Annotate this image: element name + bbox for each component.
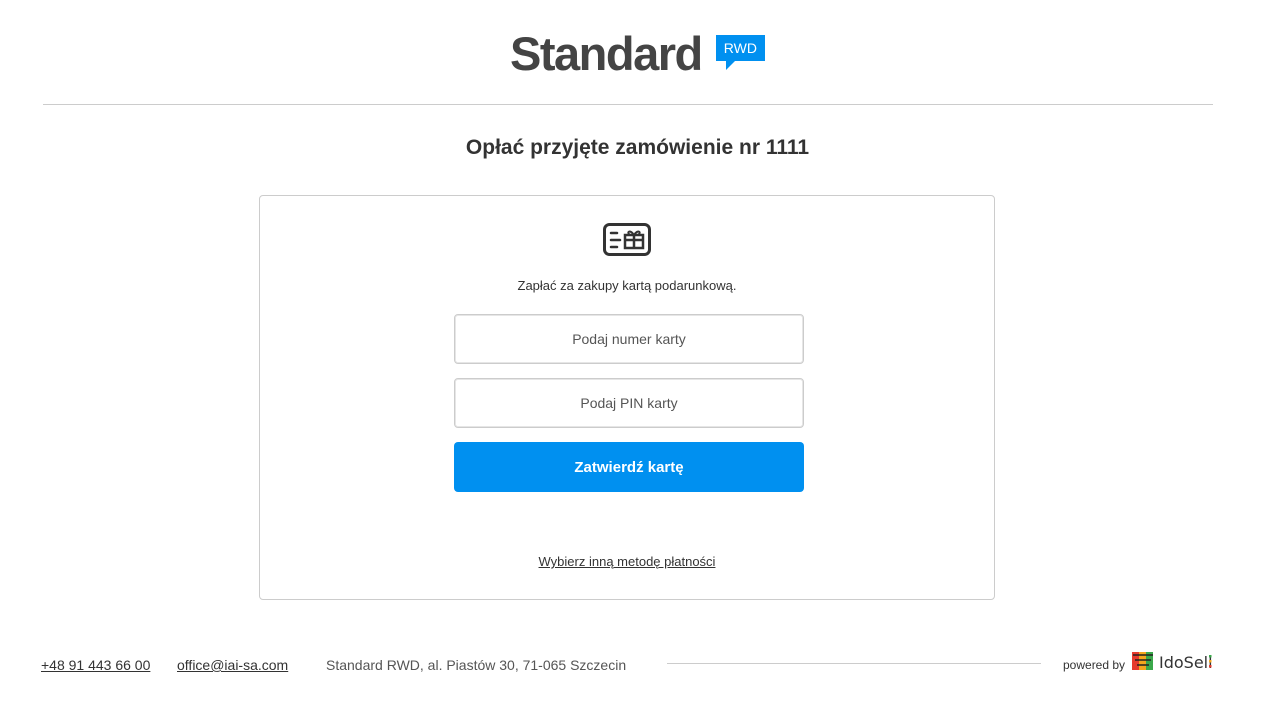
- confirm-card-button[interactable]: Zatwierdź kartę: [454, 442, 804, 492]
- footer-divider: [667, 663, 1041, 664]
- shop-logo[interactable]: Standard RWD: [0, 26, 1275, 86]
- logo-badge: RWD: [715, 35, 765, 70]
- powered-by-label: powered by: [1063, 658, 1126, 672]
- idosell-logo-text: IdoSell: [1159, 653, 1213, 672]
- card-number-input[interactable]: [454, 314, 804, 364]
- gift-card-icon: [603, 223, 651, 256]
- footer: +48 91 443 66 00 office@iai-sa.com Stand…: [0, 652, 1275, 675]
- footer-address: Standard RWD, al. Piastów 30, 71-065 Szc…: [326, 657, 627, 673]
- card-pin-input[interactable]: [454, 378, 804, 428]
- page-title: Opłać przyjęte zamówienie nr 1111: [465, 136, 810, 159]
- gift-card-payment-panel: Zapłać za zakupy kartą podarunkową. Zatw…: [259, 195, 995, 600]
- idosell-logo[interactable]: IdoSell: [1131, 649, 1213, 675]
- footer-email-link[interactable]: office@iai-sa.com: [177, 657, 288, 673]
- other-payment-method-link[interactable]: Wybierz inną metodę płatności: [260, 554, 994, 569]
- header-divider: [43, 104, 1213, 105]
- gift-card-description: Zapłać za zakupy kartą podarunkową.: [517, 278, 737, 293]
- logo-text: Standard: [510, 27, 703, 80]
- footer-phone-link[interactable]: +48 91 443 66 00: [41, 657, 150, 673]
